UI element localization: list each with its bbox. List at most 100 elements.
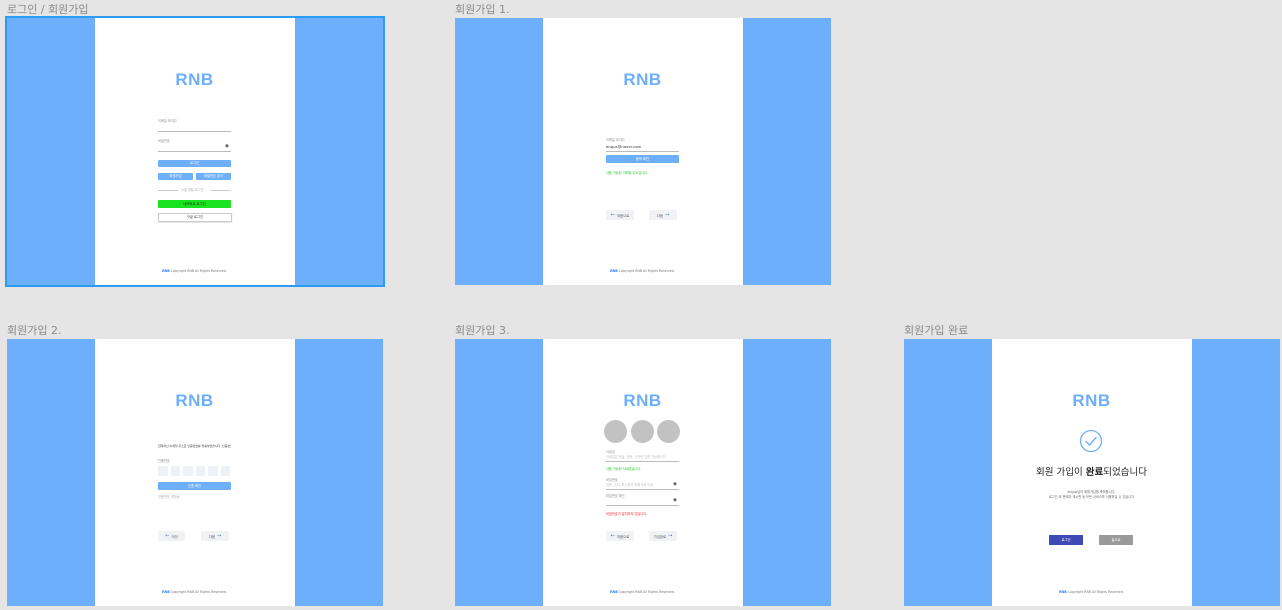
arrow-left-icon: ← [165,532,170,539]
footer-copyright: Copyright RNB All Rights Reserved. [1067,590,1124,594]
home-button[interactable]: 홈으로 [1099,535,1133,545]
signup3-content: RNB 닉네임 닉네임은 한글, 영문, 숫자만 입력 가능합니다 사용 가능한… [543,339,742,606]
completion-title: 회원 가입이 완료되었습니다 [992,464,1191,478]
complete-signup-button[interactable]: 가입완료 → [649,531,677,541]
signup-button[interactable]: 회원가입 [158,173,193,180]
divider-right [211,190,231,191]
next-button[interactable]: 다음 → [201,531,229,541]
signup2-content: RNB 입력하신 이메일 주소로 인증번호를 발송하였습니다. 인증번호를 입력… [95,339,294,606]
arrow-right-icon: → [665,211,670,218]
code-box-3[interactable] [183,466,193,476]
check-circle-icon [1079,429,1103,453]
completion-title-post: 되었습니다 [1103,467,1147,478]
password-label: 비밀번호 [606,478,618,482]
frame-signup3[interactable]: RNB 닉네임 닉네임은 한글, 영문, 숫자만 입력 가능합니다 사용 가능한… [455,339,831,606]
arrow-right-icon: → [668,532,673,539]
left-panel [7,18,95,285]
frame-label-signup3[interactable]: 회원가입 3. [455,324,509,338]
divider-left [158,190,178,191]
prev-button[interactable]: ← 이전 [158,531,185,541]
verify-button[interactable]: 인증 확인 [158,482,231,490]
eye-icon[interactable]: ◉ [673,498,677,503]
footer-copyright: Copyright RNB All Rights Reserved. [618,269,675,273]
completion-title-bold: 완료 [1085,467,1104,478]
prev-label: 처음으로 [616,534,630,539]
next-button[interactable]: 다음 → [649,210,677,220]
email-label: 이메일 아이디 [158,119,177,123]
password-field[interactable] [606,489,679,490]
email-value[interactable]: dngus@naver.com [606,144,641,149]
email-label: 이메일 아이디 [606,138,625,142]
code-box-2[interactable] [170,466,180,476]
footer: RNBCopyright RNB All Rights Reserved. [543,269,742,273]
footer-copyright: Copyright RNB All Rights Reserved. [170,590,227,594]
code-box-4[interactable] [195,466,205,476]
left-panel [904,339,992,606]
completion-message-2: 로그인 후 판매자 게시판 등 모든 서비스를 이용하실 수 있습니다 [1048,495,1135,499]
login-button[interactable]: 로그인 [1049,535,1083,545]
email-ok-message: 사용 가능한 이메일 주소입니다. [606,171,649,175]
footer-brand: RNB [162,269,170,273]
nickname-placeholder[interactable]: 닉네임은 한글, 영문, 숫자만 입력 가능합니다 [606,455,666,459]
completion-title-pre: 회원 가입이 [1036,467,1086,478]
right-panel [1192,339,1280,606]
left-panel [455,339,543,606]
code-box-5[interactable] [208,466,218,476]
signup1-content: RNB 이메일 아이디 dngus@naver.com 중복 확인 사용 가능한… [543,18,742,285]
google-login-button[interactable]: 구글 로그인 [158,213,232,222]
footer-brand: RNB [162,590,170,594]
footer-brand: RNB [610,590,618,594]
logo: RNB [175,391,214,410]
email-field[interactable] [158,131,231,132]
frame-signup1[interactable]: RNB 이메일 아이디 dngus@naver.com 중복 확인 사용 가능한… [455,18,831,285]
password-label: 비밀번호 [158,139,170,143]
resend-link[interactable]: 인증번호 재전송 [158,495,180,499]
code-box-6[interactable] [220,466,230,476]
frame-label-signup1[interactable]: 회원가입 1. [455,3,509,17]
footer-brand: RNB [610,269,618,273]
complete-content: RNB 회원 가입이 완료되었습니다 dngus님의 회원가입을 축하합니다. … [992,339,1191,606]
frame-label-complete[interactable]: 회원가입 완료 [904,324,968,338]
prev-button[interactable]: ← 처음으로 [606,210,634,220]
arrow-left-icon: ← [610,532,615,539]
naver-login-button[interactable]: 네이버로 로그인 [158,200,231,208]
prev-label: 처음으로 [616,213,630,218]
password-confirm-field[interactable] [606,505,679,506]
profile-avatar-2[interactable] [631,420,654,443]
next-label: 다음 [656,213,664,218]
logo: RNB [623,391,662,410]
left-panel [455,18,543,285]
prev-button[interactable]: ← 처음으로 [606,531,634,541]
check-duplicate-button[interactable]: 중복 확인 [606,155,679,163]
find-password-button[interactable]: 비밀번호 찾기 [196,173,231,180]
eye-icon[interactable]: ◉ [225,144,229,149]
right-panel [295,18,383,285]
code-box-1[interactable] [158,466,168,476]
password-placeholder[interactable]: 영문, 숫자, 특수문자 포함 8자 이상 [606,483,653,487]
email-field[interactable] [606,151,679,152]
login-button[interactable]: 로그인 [158,160,231,167]
profile-avatar-3[interactable] [657,420,680,443]
frame-login[interactable]: RNB 이메일 아이디 비밀번호 ◉ 로그인 회원가입 비밀번호 찾기 소셜 계… [5,16,385,287]
next-label: 다음 [208,534,216,539]
left-panel [7,339,95,606]
footer: RNBCopyright RNB All Rights Reserved. [992,590,1191,594]
arrow-right-icon: → [217,532,222,539]
footer-copyright: Copyright RNB All Rights Reserved. [170,269,227,273]
prev-label: 이전 [171,534,178,539]
verification-instruction: 입력하신 이메일 주소로 인증번호를 발송하였습니다. 인증번호를 입력하세요 [158,444,231,448]
profile-avatar-1[interactable] [604,420,627,443]
password-field[interactable] [158,151,231,152]
frame-complete[interactable]: RNB 회원 가입이 완료되었습니다 dngus님의 회원가입을 축하합니다. … [904,339,1280,606]
footer-brand: RNB [1059,590,1067,594]
nickname-field[interactable] [606,461,679,462]
password-error-message: 비밀번호가 일치하지 않습니다. [606,512,648,516]
eye-icon[interactable]: ◉ [673,482,677,487]
nickname-ok-message: 사용 가능한 닉네임입니다. [606,467,642,471]
logo: RNB [623,70,662,89]
footer: RNBCopyright RNB All Rights Reserved. [95,269,294,273]
frame-label-login[interactable]: 로그인 / 회원가입 [7,3,89,17]
frame-label-signup2[interactable]: 회원가입 2. [7,324,61,338]
frame-signup2[interactable]: RNB 입력하신 이메일 주소로 인증번호를 발송하였습니다. 인증번호를 입력… [7,339,383,606]
logo: RNB [175,70,214,89]
